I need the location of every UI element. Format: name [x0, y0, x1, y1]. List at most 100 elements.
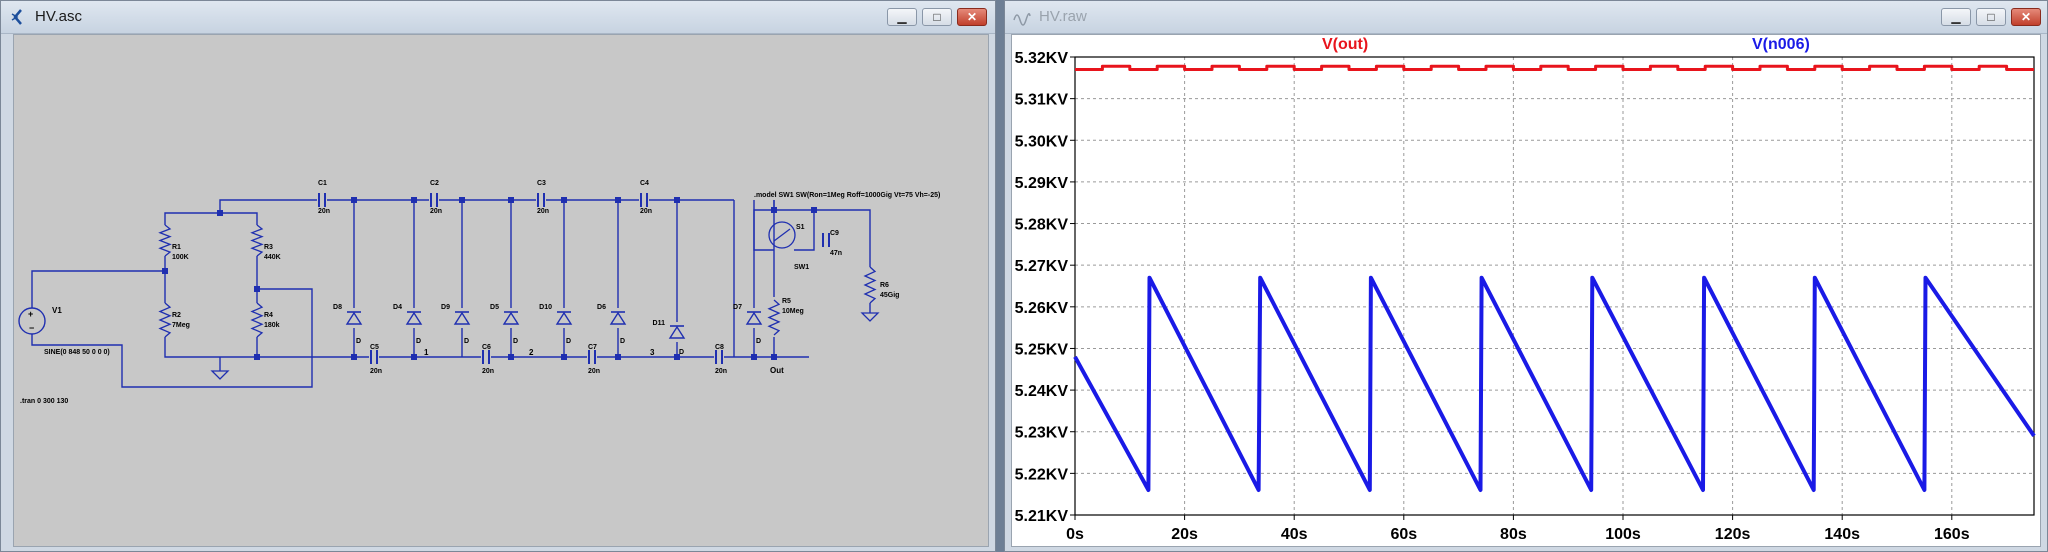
diode-gap — [745, 308, 763, 328]
junction-dot — [508, 354, 514, 360]
y-tick-label: 5.26KV — [1015, 300, 1069, 317]
diode-gap — [502, 308, 520, 328]
trace-label-vout[interactable]: V(out) — [1322, 36, 1368, 53]
y-tick-label: 5.27KV — [1015, 258, 1069, 275]
traces — [1073, 64, 2036, 492]
junction-dot — [615, 354, 621, 360]
value-c5: 20n — [370, 368, 382, 375]
label-d11: D11 — [653, 320, 666, 327]
label-d8: D8 — [333, 304, 342, 311]
value-c7: 20n — [588, 368, 600, 375]
model-d10: D — [566, 338, 571, 345]
schematic-title: HV.asc — [35, 8, 82, 25]
label-r4: R4 — [264, 312, 273, 319]
schematic-titlebar[interactable]: HV.asc ▁ □ ✕ — [1, 1, 995, 34]
label-c3: C3 — [537, 180, 546, 187]
label-c1: C1 — [318, 180, 327, 187]
directive-model: .model SW1 SW(Ron=1Meg Roff=1000Gig Vt=7… — [754, 192, 940, 199]
y-tick-label: 5.31KV — [1015, 92, 1069, 109]
junction-dot — [561, 197, 567, 203]
waveform-title: HV.raw — [1039, 8, 1087, 25]
label-out: Out — [770, 366, 784, 375]
trace-vn006[interactable] — [1073, 275, 2036, 492]
junction-dot — [561, 354, 567, 360]
resistor-r6[interactable] — [863, 266, 877, 304]
junction-dot — [615, 197, 621, 203]
value-r5: 10Meg — [782, 308, 804, 315]
x-tick-label: 60s — [1390, 526, 1417, 543]
r5-gap — [766, 297, 782, 337]
model-s1: SW1 — [794, 264, 809, 271]
node-label-1: 1 — [424, 348, 429, 357]
waveform-titlebar[interactable]: HV.raw ▁ □ ✕ — [1005, 1, 2047, 34]
maximize-button[interactable]: □ — [1976, 8, 2006, 26]
waveform-window: HV.raw ▁ □ ✕ 5.21KV 5.22KV 5.23KV 5.24KV 5.2… — [1004, 0, 2048, 552]
diode-gap — [668, 322, 686, 342]
diode-gap — [555, 308, 573, 328]
label-d10: D10 — [539, 304, 552, 311]
x-tick-label: 0s — [1066, 526, 1084, 543]
junction-dot — [751, 354, 757, 360]
value-c1: 20n — [318, 208, 330, 215]
schematic-canvas[interactable]: + − D8 D D4 D D9 D D5 D D10 D D6 D D11 D D7 D C1 20n C2 20n C3… — [13, 34, 989, 547]
resistor-r4[interactable] — [250, 302, 264, 338]
value-c3: 20n — [537, 208, 549, 215]
value-r6: 45Gig — [880, 292, 899, 299]
x-tick-label: 80s — [1500, 526, 1527, 543]
value-c8: 20n — [715, 368, 727, 375]
trace-vout[interactable] — [1075, 64, 2034, 71]
y-tick-label: 5.25KV — [1015, 341, 1069, 358]
model-d6: D — [620, 338, 625, 345]
label-c9: C9 — [830, 230, 839, 237]
y-tick-label: 5.23KV — [1015, 425, 1069, 442]
minimize-button[interactable]: ▁ — [887, 8, 917, 26]
ground-r6 — [860, 312, 880, 322]
junction-dot — [674, 197, 680, 203]
label-s1: S1 — [796, 224, 805, 231]
junction-dot — [411, 197, 417, 203]
close-button[interactable]: ✕ — [957, 8, 987, 26]
resistor-r1[interactable] — [158, 224, 172, 257]
label-r5: R5 — [782, 298, 791, 305]
model-d4: D — [416, 338, 421, 345]
y-tick-label: 5.28KV — [1015, 217, 1069, 234]
waveform-icon — [1013, 13, 1031, 26]
minimize-button[interactable]: ▁ — [1941, 8, 1971, 26]
v1-minus: − — [29, 323, 34, 333]
top-feed — [219, 199, 354, 213]
maximize-button[interactable]: □ — [922, 8, 952, 26]
x-tick-label: 140s — [1824, 526, 1860, 543]
label-r2: R2 — [172, 312, 181, 319]
label-c4: C4 — [640, 180, 649, 187]
ground-input — [210, 370, 230, 380]
value-c6: 20n — [482, 368, 494, 375]
x-tick-label: 100s — [1605, 526, 1641, 543]
label-r3: R3 — [264, 244, 273, 251]
junction-dot — [508, 197, 514, 203]
label-c7: C7 — [588, 344, 597, 351]
resistor-r2[interactable] — [158, 302, 172, 338]
switch-s1-blade — [773, 228, 791, 242]
y-tick-label: 5.30KV — [1015, 133, 1069, 150]
model-d7: D — [756, 338, 761, 345]
value-c4: 20n — [640, 208, 652, 215]
junction-dot — [217, 210, 223, 216]
junction-dot — [459, 197, 465, 203]
node-label-3: 3 — [650, 348, 655, 357]
close-button[interactable]: ✕ — [2011, 8, 2041, 26]
trace-label-vn006[interactable]: V(n006) — [1752, 36, 1810, 53]
node-label-2: 2 — [529, 348, 534, 357]
v1-bottom-loop — [31, 288, 313, 388]
waveform-plot-pane[interactable]: 5.21KV 5.22KV 5.23KV 5.24KV 5.25KV 5.26KV 5.27… — [1011, 34, 2041, 547]
model-d8: D — [356, 338, 361, 345]
junction-dot — [254, 286, 260, 292]
label-r6: R6 — [880, 282, 889, 289]
x-tick-label: 20s — [1171, 526, 1198, 543]
r3-feed — [220, 212, 258, 225]
value-c9: 47n — [830, 250, 842, 257]
y-tick-label: 5.29KV — [1015, 175, 1069, 192]
junction-dot — [351, 354, 357, 360]
junction-dot — [162, 268, 168, 274]
label-r1: R1 — [172, 244, 181, 251]
resistor-r3[interactable] — [250, 224, 264, 257]
